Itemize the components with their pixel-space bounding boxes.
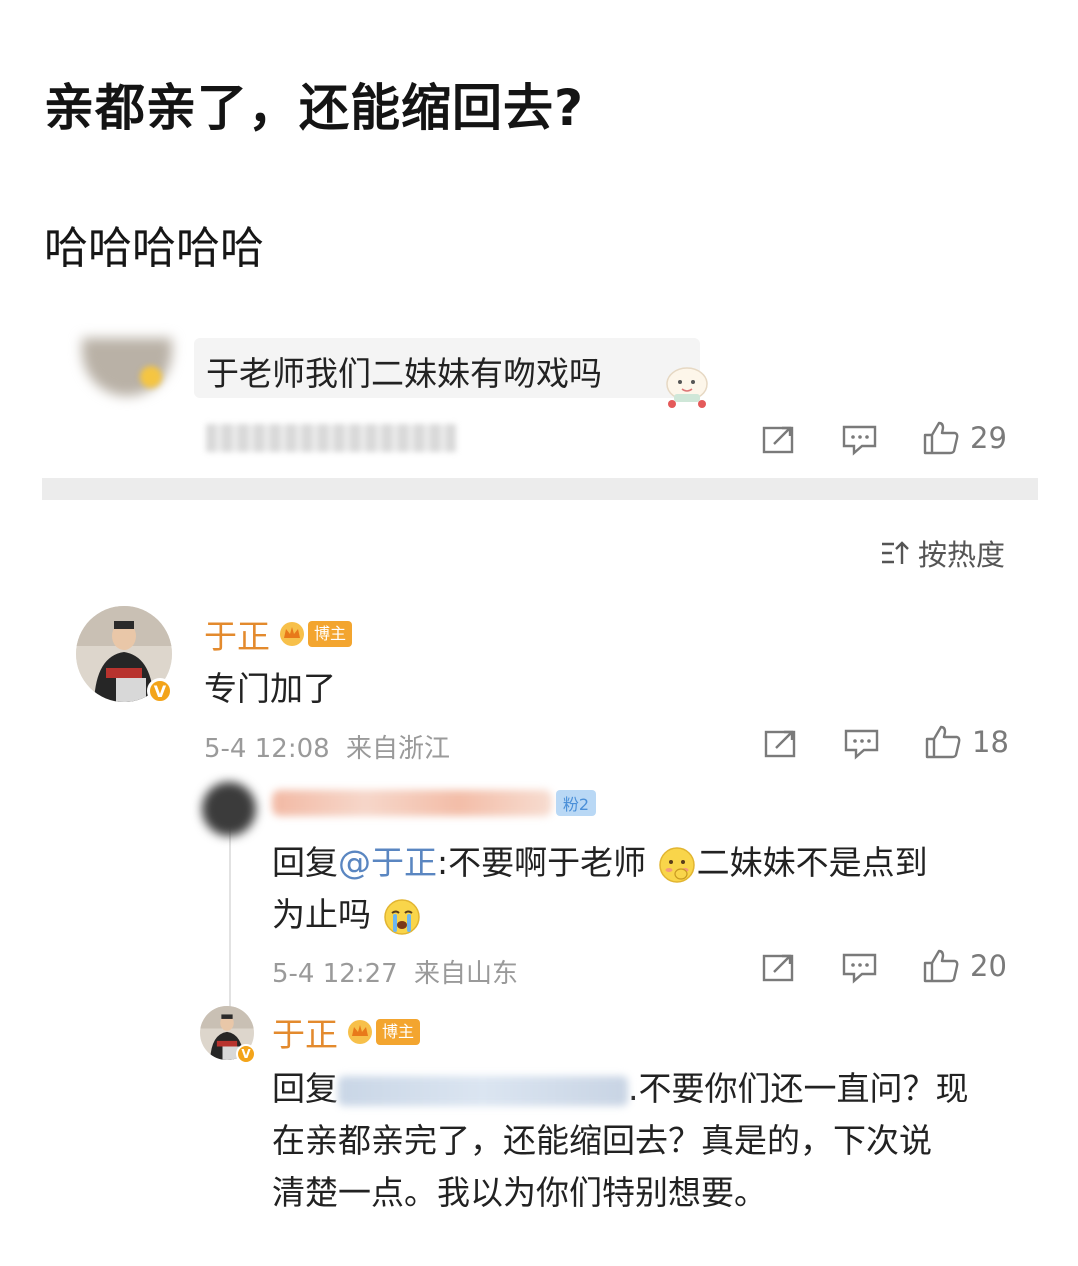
share-icon: [762, 426, 794, 454]
verified-icon: V: [147, 678, 173, 704]
section-divider: [42, 478, 1038, 500]
blogger-badge: 博主: [346, 1018, 421, 1046]
comment-username[interactable]: 于正: [204, 610, 270, 658]
mention-link-blurred[interactable]: [338, 1075, 628, 1106]
crown-icon: [348, 1020, 372, 1044]
blush-emoji-icon: [658, 846, 695, 883]
post-body: 哈哈哈哈哈: [44, 223, 264, 274]
comment-button[interactable]: [842, 424, 878, 456]
thread-line: [229, 826, 231, 1016]
like-button[interactable]: 18: [924, 724, 1009, 760]
like-icon: [925, 725, 961, 759]
quoted-comment-text: 于老师我们二妹妹有吻戏吗: [206, 354, 602, 393]
reply-username-blurred[interactable]: [272, 790, 552, 816]
comment-time: 5-4 12:08: [204, 734, 330, 764]
quoted-avatar[interactable]: [82, 338, 172, 396]
quoted-meta-blurred: [206, 424, 456, 452]
sort-label: 按热度: [918, 538, 1006, 572]
like-icon: [923, 421, 959, 455]
verified-icon: [140, 366, 162, 388]
verified-icon: V: [236, 1044, 256, 1064]
share-icon: [762, 954, 794, 982]
cry-emoji-icon: [383, 898, 420, 935]
like-count: 20: [970, 949, 1007, 983]
blogger-tag: 博主: [308, 621, 353, 647]
reply-text-line-3: 清楚一点。我以为你们特别想要。: [272, 1173, 767, 1212]
share-button[interactable]: [762, 424, 796, 454]
mention-link[interactable]: @于正: [338, 843, 437, 882]
reply-text-line-2: 为止吗: [272, 888, 422, 937]
reply-username[interactable]: 于正: [272, 1008, 338, 1056]
like-icon: [923, 949, 959, 983]
avatar[interactable]: [202, 782, 256, 836]
like-count: 29: [970, 421, 1007, 455]
like-count: 18: [972, 725, 1009, 759]
comment-icon: [842, 425, 877, 456]
reply-time: 5-4 12:27: [272, 959, 398, 989]
sticker-icon: [666, 367, 708, 408]
sort-by-hot-button[interactable]: 按热度: [880, 532, 1005, 574]
blogger-tag: 博主: [376, 1019, 421, 1045]
comment-location: 来自浙江: [345, 734, 450, 764]
comment-icon: [844, 729, 879, 760]
comment-icon: [842, 953, 877, 984]
comment-meta: 5-4 12:08 来自浙江: [204, 728, 450, 765]
reply-text-line-2: 在亲都亲完了，还能缩回去？真是的，下次说: [272, 1121, 932, 1160]
blogger-badge: 博主: [278, 620, 353, 648]
reply-meta: 5-4 12:27 来自山东: [272, 953, 518, 990]
fan-badge: 粉2: [556, 790, 596, 816]
comment-button[interactable]: [842, 952, 878, 984]
crown-icon: [280, 622, 304, 646]
reply-text-line-1: 回复 .不要你们还一直问？现: [272, 1069, 969, 1108]
comment-text: 专门加了: [204, 669, 336, 708]
share-icon: [764, 730, 796, 758]
post-title: 亲都亲了，还能缩回去?: [44, 79, 585, 137]
sort-icon: [882, 541, 909, 564]
comment-button[interactable]: [844, 728, 880, 760]
share-button[interactable]: [764, 728, 798, 758]
like-button[interactable]: 29: [922, 420, 1007, 456]
reply-text-line-1: 回复@于正:不要啊于老师 二妹妹不是点到: [272, 836, 928, 885]
reply-location: 来自山东: [413, 959, 518, 989]
share-button[interactable]: [762, 952, 796, 982]
like-button[interactable]: 20: [922, 948, 1007, 984]
